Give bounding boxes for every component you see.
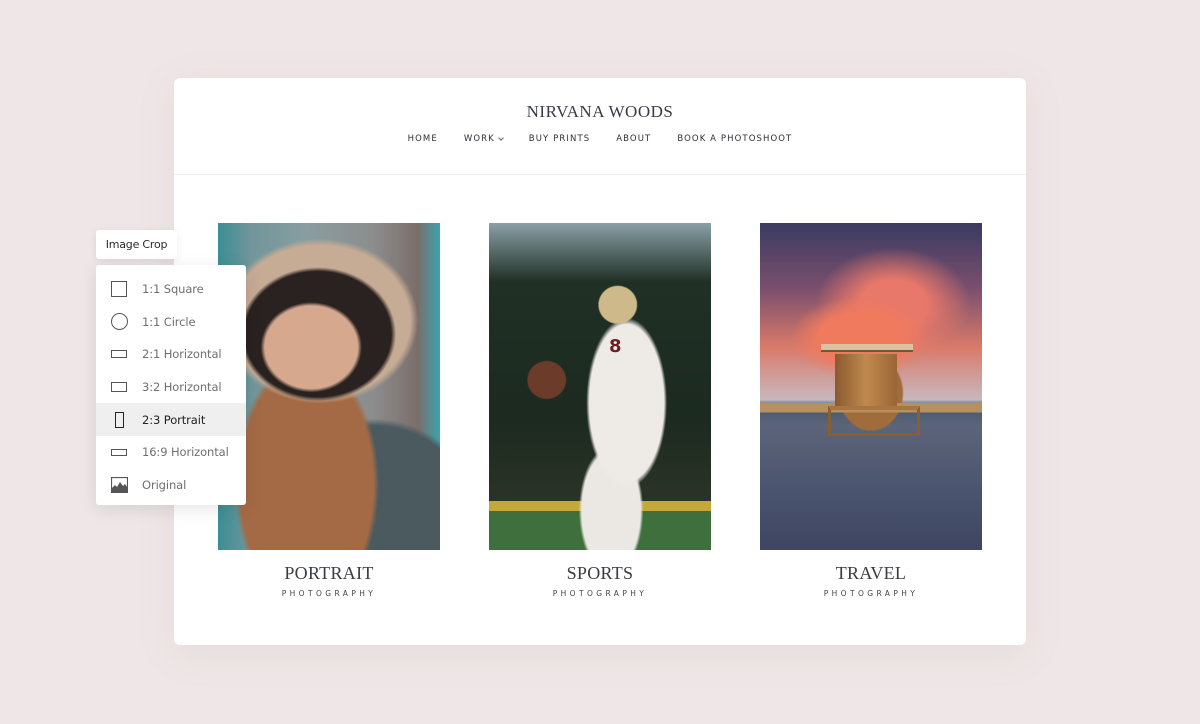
chevron-down-icon xyxy=(497,134,504,141)
crop-option-2-1-horizontal[interactable]: 2:1 Horizontal xyxy=(96,338,246,371)
gallery-subtitle: PHOTOGRAPHY xyxy=(823,589,919,598)
rect-2-3-icon xyxy=(110,411,128,429)
nav-work[interactable]: WORK xyxy=(451,134,516,144)
gallery-title: SPORTS xyxy=(566,563,634,583)
jersey-number: 8 xyxy=(609,336,622,357)
hut-body xyxy=(835,354,897,406)
site-header: NIRVANA WOODS HOME WORK BUY PRINTS ABOUT… xyxy=(174,78,1026,175)
gallery: PORTRAIT PHOTOGRAPHY 8 SPORTS PHOTOGRAPH… xyxy=(218,223,982,598)
circle-icon xyxy=(110,313,128,331)
gallery-item-sports[interactable]: 8 SPORTS PHOTOGRAPHY xyxy=(489,223,711,598)
gallery-item-portrait[interactable]: PORTRAIT PHOTOGRAPHY xyxy=(218,223,440,598)
sports-photo[interactable]: 8 xyxy=(489,223,711,550)
nav-about[interactable]: ABOUT xyxy=(603,134,664,144)
nav-book-photoshoot-label: BOOK A PHOTOSHOOT xyxy=(677,134,793,144)
main-nav: HOME WORK BUY PRINTS ABOUT BOOK A PHOTOS… xyxy=(174,134,1026,144)
hut-stilts xyxy=(828,406,920,436)
gallery-subtitle: PHOTOGRAPHY xyxy=(552,589,648,598)
crop-option-label: 3:2 Horizontal xyxy=(142,380,222,395)
crop-option-2-3-portrait[interactable]: 2:3 Portrait xyxy=(96,403,246,436)
nav-buy-prints-label: BUY PRINTS xyxy=(528,134,591,144)
rect-2-1-icon xyxy=(110,345,128,363)
nav-about-label: ABOUT xyxy=(616,134,652,144)
crop-option-original[interactable]: Original xyxy=(96,469,246,502)
image-icon xyxy=(110,476,128,494)
crop-option-label: 1:1 Circle xyxy=(142,314,196,329)
crop-option-label: 1:1 Square xyxy=(142,282,204,297)
portrait-photo[interactable] xyxy=(218,223,440,550)
crop-option-label: 2:1 Horizontal xyxy=(142,347,222,362)
gallery-title: PORTRAIT xyxy=(284,563,374,583)
gallery-subtitle: PHOTOGRAPHY xyxy=(281,589,377,598)
crop-option-16-9-horizontal[interactable]: 16:9 Horizontal xyxy=(96,436,246,469)
image-crop-menu: 1:1 Square 1:1 Circle 2:1 Horizontal 3:2… xyxy=(96,265,246,505)
gallery-item-travel[interactable]: TRAVEL PHOTOGRAPHY xyxy=(760,223,982,598)
site-title[interactable]: NIRVANA WOODS xyxy=(174,78,1026,134)
nav-home-label: HOME xyxy=(407,134,438,144)
crop-option-circle[interactable]: 1:1 Circle xyxy=(96,306,246,339)
crop-option-label: Original xyxy=(142,477,187,492)
website-preview: NIRVANA WOODS HOME WORK BUY PRINTS ABOUT… xyxy=(174,78,1026,645)
crop-option-label: 16:9 Horizontal xyxy=(142,445,229,460)
nav-book-photoshoot[interactable]: BOOK A PHOTOSHOOT xyxy=(664,134,805,144)
nav-work-label: WORK xyxy=(463,134,495,144)
rect-16-9-icon xyxy=(110,443,128,461)
nav-home[interactable]: HOME xyxy=(395,134,451,144)
travel-photo[interactable] xyxy=(760,223,982,550)
crop-option-3-2-horizontal[interactable]: 3:2 Horizontal xyxy=(96,371,246,404)
image-crop-label: Image Crop xyxy=(96,230,177,259)
rect-3-2-icon xyxy=(110,378,128,396)
crop-option-square[interactable]: 1:1 Square xyxy=(96,273,246,306)
square-icon xyxy=(110,280,128,298)
nav-buy-prints[interactable]: BUY PRINTS xyxy=(516,134,603,144)
hut-roof xyxy=(821,344,913,352)
gallery-title: TRAVEL xyxy=(835,563,907,583)
crop-option-label: 2:3 Portrait xyxy=(142,412,206,427)
